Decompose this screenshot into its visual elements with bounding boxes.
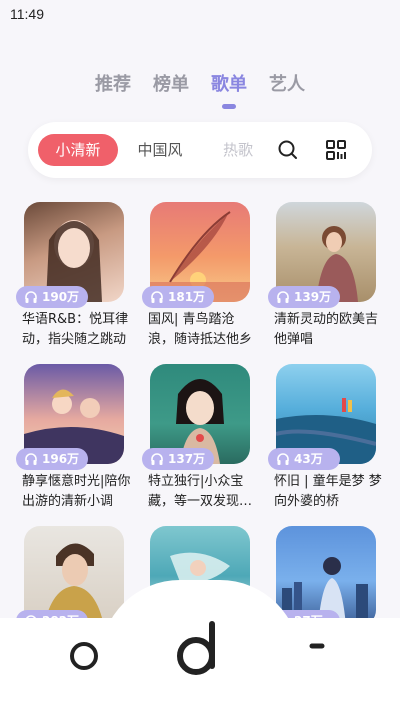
status-time: 11:49 <box>10 6 44 22</box>
playlist-title: 特立独行|小众宝藏，等一双发现… <box>148 474 253 509</box>
play-count-badge: 181万 <box>142 286 214 308</box>
filter-bar: 小清新 中国风 热歌 <box>28 122 372 178</box>
play-count-badge: 137万 <box>142 448 214 470</box>
tab-recommend[interactable]: 推荐 <box>95 70 131 96</box>
play-count-badge: 196万 <box>16 448 88 470</box>
status-bar: 11:49 <box>0 0 400 28</box>
user-icon[interactable] <box>300 640 330 674</box>
play-count-badge: 190万 <box>16 286 88 308</box>
headphone-icon <box>151 291 163 303</box>
headphone-icon <box>277 453 289 465</box>
tab-artists[interactable]: 艺人 <box>269 70 305 96</box>
chip-hot-songs[interactable]: 热歌 <box>218 134 258 166</box>
tab-charts[interactable]: 榜单 <box>153 70 189 96</box>
center-play-icon[interactable] <box>168 616 232 680</box>
tab-playlists[interactable]: 歌单 <box>211 70 247 109</box>
headphone-icon <box>151 453 163 465</box>
playlist-title: 华语R&B：悦耳律动，指尖随之跳动 <box>22 312 129 347</box>
headphone-icon <box>277 291 289 303</box>
playlist-title: 怀旧 | 童年是梦 梦向外婆的桥 <box>274 474 382 509</box>
chip-chinese-style[interactable]: 中国风 <box>128 134 192 166</box>
headphone-icon <box>25 453 37 465</box>
grid-menu-icon[interactable] <box>324 138 348 162</box>
headphone-icon <box>25 291 37 303</box>
play-count-badge: 43万 <box>268 448 340 470</box>
tab-indicator <box>222 104 236 109</box>
playlist-title: 国风| 青鸟踏沧浪，随诗抵达他乡 <box>148 312 253 347</box>
music-note-icon[interactable] <box>64 640 104 674</box>
play-count-badge: 139万 <box>268 286 340 308</box>
playlist-title: 静享惬意时光|陪你出游的清新小调 <box>22 474 131 509</box>
top-tabs: 推荐 榜单 歌单 艺人 <box>0 70 400 109</box>
search-icon[interactable] <box>276 138 300 162</box>
playlist-title: 清新灵动的欧美吉他弹唱 <box>274 312 379 347</box>
chip-fresh[interactable]: 小清新 <box>38 134 118 166</box>
